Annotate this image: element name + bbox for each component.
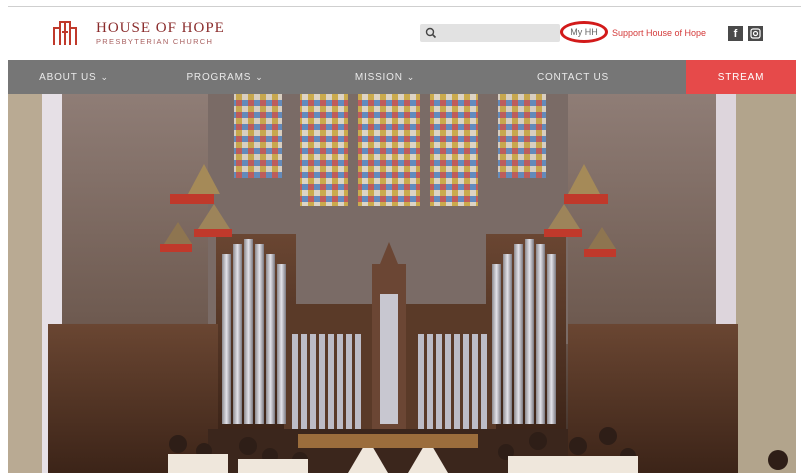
chevron-down-icon: ⌄ — [255, 71, 264, 82]
nav-contact-us[interactable]: CONTACT US — [460, 60, 686, 94]
nav-about-us[interactable]: ABOUT US ⌄ — [8, 60, 140, 94]
search-input[interactable] — [420, 24, 560, 42]
instagram-icon[interactable] — [748, 26, 763, 41]
logo-subtitle: PRESBYTERIAN CHURCH — [96, 37, 214, 46]
search-icon[interactable] — [424, 26, 438, 40]
facebook-icon[interactable]: f — [728, 26, 743, 41]
camera-glyph-icon — [750, 28, 761, 39]
nav-mission[interactable]: MISSION ⌄ — [310, 60, 460, 94]
my-hh-link[interactable]: My HH — [560, 21, 608, 43]
nav-label: CONTACT US — [536, 71, 610, 83]
support-link[interactable]: Support House of Hope — [612, 28, 706, 38]
church-sanctuary-photo — [8, 94, 796, 473]
main-nav: ABOUT US ⌄ PROGRAMS ⌄ MISSION ⌄ CONTACT US … — [8, 60, 796, 94]
church-logo-icon[interactable] — [52, 18, 78, 46]
nav-label: PROGRAMS — [186, 71, 252, 83]
chevron-down-icon: ⌄ — [100, 71, 109, 82]
nav-label: STREAM — [717, 71, 765, 83]
header-top-rule — [8, 6, 801, 7]
nav-label: ABOUT US — [39, 71, 97, 83]
nav-label: MISSION — [354, 71, 403, 83]
nav-stream-button[interactable]: STREAM — [686, 60, 796, 94]
hero-image — [8, 94, 796, 473]
chevron-down-icon: ⌄ — [406, 71, 416, 82]
logo-title[interactable]: HOUSE OF HOPE — [96, 20, 225, 37]
site-header: HOUSE OF HOPE PRESBYTERIAN CHURCH My HH … — [0, 0, 809, 60]
my-hh-label: My HH — [570, 27, 598, 37]
nav-programs[interactable]: PROGRAMS ⌄ — [140, 60, 310, 94]
